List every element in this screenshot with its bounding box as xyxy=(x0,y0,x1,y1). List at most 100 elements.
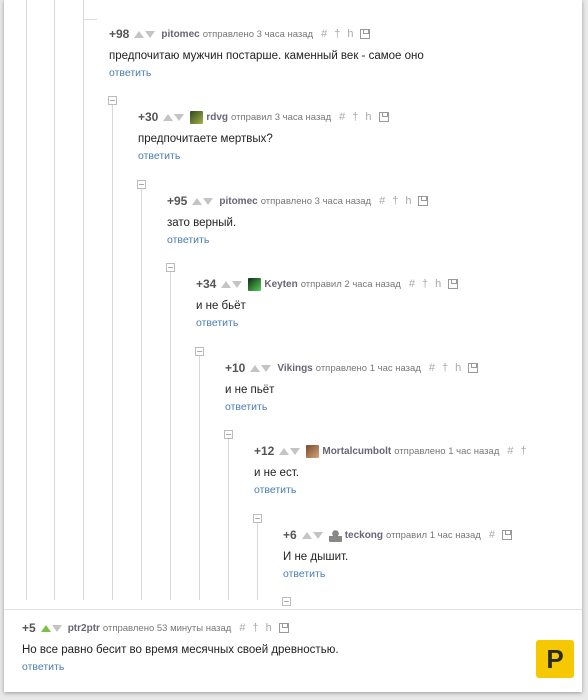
collapse-toggle[interactable] xyxy=(166,263,175,272)
collapse-toggle[interactable] xyxy=(195,347,204,356)
collapse-toggle[interactable] xyxy=(137,180,146,189)
thread-icon[interactable]: h xyxy=(405,195,411,207)
avatar xyxy=(190,110,204,124)
reply-link[interactable]: ответить xyxy=(283,568,325,580)
parent-icon[interactable]: † xyxy=(521,445,527,457)
save-icon[interactable] xyxy=(378,112,389,122)
parent-icon[interactable]: † xyxy=(252,622,258,634)
upvote-icon[interactable] xyxy=(250,364,261,372)
thread-line xyxy=(83,19,97,20)
comment-score: +5 xyxy=(22,621,36,635)
thread-line xyxy=(257,522,258,600)
site-logo: P xyxy=(536,640,574,678)
downvote-icon[interactable] xyxy=(232,280,243,288)
permalink-icon[interactable]: # xyxy=(507,445,513,457)
save-icon[interactable] xyxy=(501,530,512,540)
permalink-icon[interactable]: # xyxy=(489,529,495,541)
comment-author[interactable]: Keyten xyxy=(264,279,297,290)
downvote-icon[interactable] xyxy=(312,531,323,539)
comment-header: +34 Keyten отправил 2 часа назад # † h xyxy=(196,276,459,292)
save-icon[interactable] xyxy=(360,29,371,39)
permalink-icon[interactable]: # xyxy=(429,362,435,374)
parent-icon[interactable]: † xyxy=(442,362,448,374)
permalink-icon[interactable]: # xyxy=(379,195,385,207)
thread-line xyxy=(83,0,84,600)
thread-icon[interactable]: h xyxy=(266,622,272,634)
avatar xyxy=(306,444,320,458)
comment: +5 ptr2ptr отправлено 53 минуты назад # … xyxy=(22,620,339,673)
comment-author[interactable]: pitomec xyxy=(219,196,257,207)
permalink-icon[interactable]: # xyxy=(239,622,245,634)
reply-link[interactable]: ответить xyxy=(22,661,64,673)
collapse-toggle[interactable] xyxy=(282,597,291,606)
thread-line xyxy=(199,355,200,600)
upvote-icon[interactable] xyxy=(163,113,174,121)
thread-icon[interactable]: h xyxy=(435,278,441,290)
comment-score: +6 xyxy=(283,528,297,542)
save-icon[interactable] xyxy=(418,196,429,206)
upvote-icon[interactable] xyxy=(221,280,232,288)
downvote-icon[interactable] xyxy=(145,30,156,38)
thread-icon[interactable]: h xyxy=(455,362,461,374)
permalink-icon[interactable]: # xyxy=(339,111,345,123)
parent-icon[interactable]: † xyxy=(352,111,358,123)
reply-link[interactable]: ответить xyxy=(225,401,267,413)
comment-thread: +98 pitomec отправлено 3 часа назад # † … xyxy=(4,0,582,692)
comment-score: +12 xyxy=(254,444,275,458)
collapse-toggle[interactable] xyxy=(224,430,233,439)
comment-text: предпочитаете мертвых? xyxy=(138,133,273,145)
reply-link[interactable]: ответить xyxy=(254,484,296,496)
downvote-icon[interactable] xyxy=(51,624,62,632)
upvote-icon[interactable] xyxy=(134,30,145,38)
comment-time: отправил 2 часа назад xyxy=(300,278,401,290)
reply-link[interactable]: ответить xyxy=(138,150,180,162)
upvote-icon[interactable] xyxy=(279,447,290,455)
comment-author[interactable]: rdvg xyxy=(206,112,228,123)
permalink-icon[interactable]: # xyxy=(321,28,327,40)
downvote-icon[interactable] xyxy=(203,197,214,205)
comment-author[interactable]: Mortalcumbolt xyxy=(322,446,391,457)
thread-line xyxy=(141,188,142,600)
comment: +10 Vikings отправлено 1 час назад # † h… xyxy=(225,360,479,413)
collapse-toggle[interactable] xyxy=(253,514,262,523)
upvote-icon[interactable] xyxy=(192,197,203,205)
comment-author[interactable]: ptr2ptr xyxy=(68,623,100,634)
collapse-toggle[interactable] xyxy=(108,96,117,105)
comment-text: зато верный. xyxy=(167,217,237,229)
comment-header: +12 Mortalcumbolt отправлено 1 час назад… xyxy=(254,443,534,459)
thread-icon[interactable]: h xyxy=(365,111,371,123)
thread-line xyxy=(112,104,113,600)
parent-icon[interactable]: † xyxy=(422,278,428,290)
reply-link[interactable]: ответить xyxy=(196,317,238,329)
downvote-icon[interactable] xyxy=(290,447,301,455)
thread-line xyxy=(228,439,229,600)
comment: +98 pitomec отправлено 3 часа назад # † … xyxy=(109,26,424,79)
reply-link[interactable]: ответить xyxy=(109,67,151,79)
parent-icon[interactable]: † xyxy=(334,28,340,40)
thread-line xyxy=(170,272,171,600)
comment-author[interactable]: pitomec xyxy=(161,29,199,40)
comment-author[interactable]: Vikings xyxy=(277,363,312,374)
parent-icon[interactable]: † xyxy=(392,195,398,207)
comment-time: отправлено 3 часа назад xyxy=(260,195,372,207)
comment-text: и не бьёт xyxy=(196,300,246,312)
reply-link[interactable]: ответить xyxy=(167,234,209,246)
comment-score: +34 xyxy=(196,277,217,291)
downvote-icon[interactable] xyxy=(261,364,272,372)
avatar xyxy=(248,277,262,291)
comment-author[interactable]: teckong xyxy=(345,530,383,541)
comment-time: отправил 1 час назад xyxy=(386,529,481,541)
comment-header: +10 Vikings отправлено 1 час назад # † h xyxy=(225,360,479,376)
downvote-icon[interactable] xyxy=(174,113,185,121)
comment-time: отправлено 3 часа назад xyxy=(202,28,314,40)
thread-line xyxy=(26,0,27,600)
upvote-icon[interactable] xyxy=(301,531,312,539)
upvote-icon[interactable] xyxy=(40,624,51,632)
permalink-icon[interactable]: # xyxy=(409,278,415,290)
thread-icon[interactable]: h xyxy=(347,28,353,40)
thread-line xyxy=(54,0,55,600)
save-icon[interactable] xyxy=(448,279,459,289)
save-icon[interactable] xyxy=(278,623,289,633)
avatar xyxy=(328,528,342,542)
save-icon[interactable] xyxy=(468,363,479,373)
